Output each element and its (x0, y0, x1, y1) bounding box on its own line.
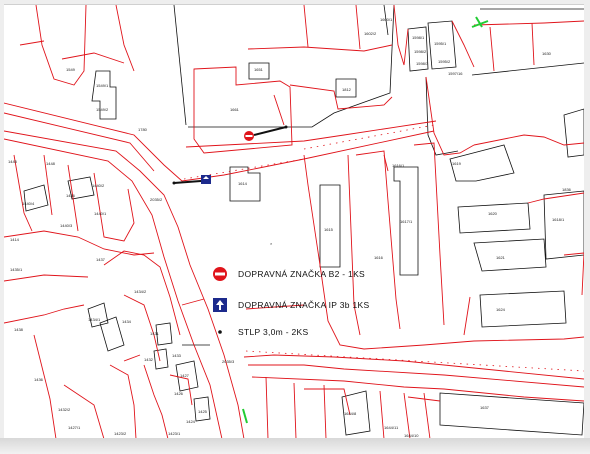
parcel-label: 1595/1 (434, 41, 447, 46)
parcel-label: 1600/1 (380, 17, 393, 22)
parcel-label: 1436 (34, 377, 44, 382)
parcel-label: 1549/1 (96, 83, 109, 88)
parcel-labels: 1549 1549/1 1549/2 1651 1661 1812 1614 1… (8, 17, 572, 438)
parcel-label: 1618/1 (552, 217, 565, 222)
legend-text: DOPRAVNÁ ZNAČKA IP 3b 1KS (238, 300, 369, 310)
parcel-label: 1435/1 (10, 267, 23, 272)
legend-item-pole: STLP 3,0m - 2KS (218, 327, 308, 337)
pole-dot-icon (172, 181, 176, 185)
parcel-label: 1661 (230, 107, 240, 112)
pole-dot-icon (218, 330, 222, 334)
parcel-label: 1424 (186, 419, 196, 424)
pole-dot-icon (284, 125, 288, 129)
parcel-label: 1414 (10, 237, 20, 242)
parcel-label: 1440/3 (60, 223, 73, 228)
parcel-label: 1615 (324, 227, 334, 232)
parcel-label: 1621 (496, 255, 506, 260)
parcel-label: 1597/16 (448, 71, 463, 76)
parcel-label: 1438 (14, 327, 24, 332)
green-markers (242, 16, 489, 424)
parcel-label: 1624 (496, 307, 506, 312)
parcel-label: 1616/1 (392, 163, 405, 168)
parcel-label: 1432 (144, 357, 154, 362)
parcel-label: 1423/2 (114, 431, 127, 436)
parcel-label: 1644/8 (344, 411, 357, 416)
parcel-label: 1651 (254, 67, 264, 72)
legend-item-b2: DOPRAVNÁ ZNAČKA B2 - 1KS (213, 267, 365, 281)
map-legend: DOPRAVNÁ ZNAČKA B2 - 1KS DOPRAVNÁ ZNAČKA… (213, 267, 369, 337)
parcel-lines (4, 5, 584, 439)
parcel-label: 1440/4 (22, 201, 35, 206)
parcel-label: 1427 (180, 373, 190, 378)
parcel-label: 1637 (480, 405, 490, 410)
parcel-label: 1446 (66, 193, 76, 198)
parcel-label: 1437 (96, 257, 106, 262)
legend-item-ip3b: DOPRAVNÁ ZNAČKA IP 3b 1KS (213, 298, 369, 312)
parcel-label: 1780 (138, 127, 148, 132)
parcel-label: 1617/1 (400, 219, 413, 224)
parcel-label: 1426 (174, 391, 184, 396)
parcel-label: 2035/2 (150, 197, 163, 202)
parcel-label: 1598/1 (412, 35, 425, 40)
parcel-label: 1427/1 (68, 425, 81, 430)
map-canvas[interactable]: 1549 1549/1 1549/2 1651 1661 1812 1614 1… (4, 5, 584, 439)
parcel-label: 1434/1 (88, 317, 101, 322)
cadastral-map-sheet[interactable]: 1549 1549/1 1549/2 1651 1661 1812 1614 1… (4, 4, 584, 439)
parcel-label: 1434/2 (134, 289, 147, 294)
parcel-label: 1614 (238, 181, 248, 186)
parcel-label: 1644/11 (384, 425, 399, 430)
parcel-label: 1619 (452, 161, 462, 166)
parcel-label: 1434 (122, 319, 132, 324)
svg-text:×: × (270, 241, 273, 246)
parcel-label: 2035/3 (222, 359, 235, 364)
parcel-label: 1432/2 (58, 407, 71, 412)
parcel-label: 1602/2 (364, 31, 377, 36)
parcel-label: 1445 (8, 159, 18, 164)
parcel-label: 1549 (66, 67, 76, 72)
parcel-label: 1616 (374, 255, 384, 260)
parcel-label: 1448 (46, 161, 56, 166)
parcel-label: 1440/2 (92, 183, 105, 188)
parcel-label: 1423/1 (168, 431, 181, 436)
parcel-label: 1620 (488, 211, 498, 216)
parcel-label: 1433 (172, 353, 182, 358)
parcel-label: 1425 (198, 409, 208, 414)
parcel-label: 1549/2 (96, 107, 109, 112)
parcel-label: 1598/3 (416, 61, 429, 66)
page-shadow (0, 438, 590, 454)
legend-text: STLP 3,0m - 2KS (238, 327, 309, 337)
parcel-label: 1812 (342, 87, 352, 92)
parcel-label: 1431 (150, 331, 160, 336)
parcel-label: 1630 (542, 51, 552, 56)
parcel-label: 1598/2 (414, 49, 427, 54)
legend-text: DOPRAVNÁ ZNAČKA B2 - 1KS (238, 269, 365, 279)
parcel-label: 1595/2 (438, 59, 451, 64)
parcel-label: 1440/1 (94, 211, 107, 216)
parcel-label: 1836 (562, 187, 572, 192)
